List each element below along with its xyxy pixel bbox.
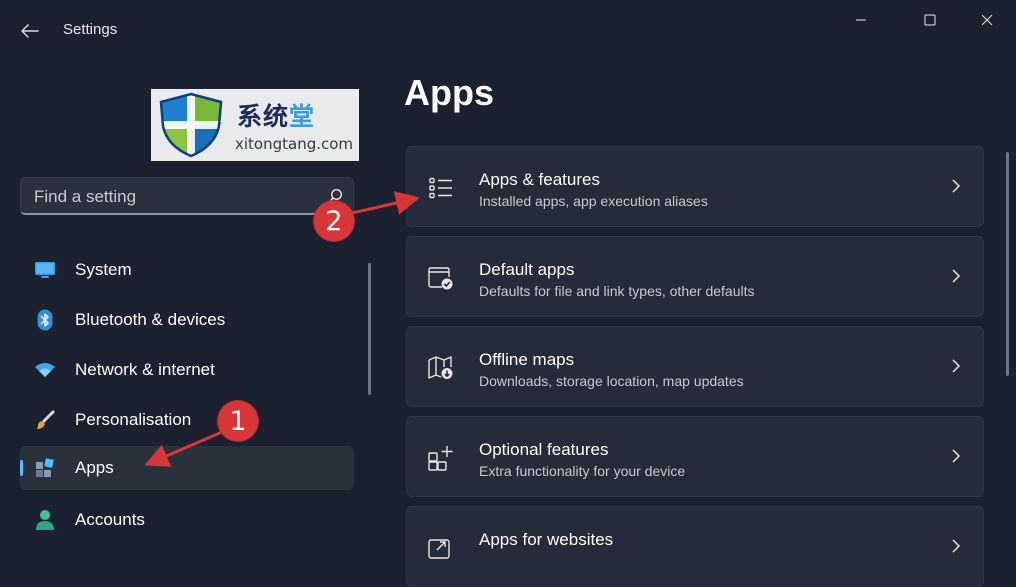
card-title: Default apps (479, 260, 575, 279)
search-placeholder: Find a setting (34, 187, 137, 206)
wifi-icon (34, 359, 56, 381)
add-feature-icon (427, 444, 455, 472)
card-offline-maps[interactable]: Offline maps Downloads, storage location… (406, 326, 984, 407)
card-title: Apps & features (479, 170, 600, 189)
content-scrollbar[interactable] (1006, 152, 1009, 376)
annotation-badge-2: 2 (314, 201, 354, 241)
chevron-right-icon (952, 359, 961, 373)
maximize-button[interactable] (907, 6, 953, 34)
monitor-icon (34, 259, 56, 281)
default-apps-icon (427, 264, 455, 292)
sidebar-item-label: Bluetooth & devices (75, 310, 226, 329)
card-apps-features[interactable]: Apps & features Installed apps, app exec… (406, 146, 984, 227)
sidebar-item-label: Apps (75, 458, 114, 477)
card-subtitle: Extra functionality for your device (479, 463, 686, 479)
close-icon (981, 14, 993, 26)
chevron-right-icon (952, 449, 961, 463)
apps-icon (34, 457, 56, 479)
sidebar-item-personalisation[interactable]: Personalisation (20, 398, 354, 442)
card-title: Optional features (479, 440, 609, 459)
sidebar-item-bluetooth[interactable]: Bluetooth & devices (20, 298, 354, 342)
annotation-badge-1: 1 (218, 401, 258, 441)
card-title: Offline maps (479, 350, 575, 369)
page-title: Apps (404, 72, 494, 113)
chevron-right-icon (952, 269, 961, 283)
sidebar-item-network[interactable]: Network & internet (20, 348, 354, 392)
sidebar-item-label: Network & internet (75, 360, 215, 379)
card-subtitle: Defaults for file and link types, other … (479, 283, 755, 299)
card-subtitle: Downloads, storage location, map updates (479, 373, 744, 389)
card-default-apps[interactable]: Default apps Defaults for file and link … (406, 236, 984, 317)
selection-indicator (20, 460, 23, 476)
search-input[interactable]: Find a setting (20, 177, 354, 215)
map-icon (427, 354, 455, 382)
annotation-arrow-2 (351, 191, 420, 215)
link-app-icon (427, 534, 455, 562)
person-icon (34, 509, 56, 531)
close-button[interactable] (964, 6, 1010, 34)
card-subtitle: Installed apps, app execution aliases (479, 193, 708, 209)
chevron-right-icon (952, 179, 961, 193)
minimize-button[interactable] (838, 6, 884, 34)
list-icon (427, 174, 455, 202)
back-button[interactable] (14, 16, 46, 46)
watermark-url: xitongtang.com (235, 135, 354, 153)
sidebar-item-apps[interactable]: Apps (20, 446, 354, 490)
window-title: Settings (63, 21, 118, 38)
maximize-icon (924, 14, 936, 26)
paintbrush-icon (34, 409, 56, 431)
watermark-logo: 系统堂 xitongtang.com (151, 89, 359, 161)
card-optional-features[interactable]: Optional features Extra functionality fo… (406, 416, 984, 497)
sidebar-item-label: Personalisation (75, 410, 192, 429)
card-title: Apps for websites (479, 530, 614, 549)
sidebar-item-system[interactable]: System (20, 248, 354, 292)
watermark-title: 系统堂 (237, 102, 316, 131)
sidebar-item-accounts[interactable]: Accounts (20, 498, 354, 542)
title-bar: Settings (0, 0, 1016, 62)
shield-logo-icon (159, 92, 223, 158)
arrow-left-icon (21, 24, 39, 38)
minimize-icon (856, 19, 866, 21)
sidebar-item-label: System (75, 260, 132, 279)
bluetooth-icon (34, 309, 56, 331)
sidebar-scrollbar[interactable] (368, 263, 371, 395)
chevron-right-icon (952, 539, 961, 553)
sidebar-item-label: Accounts (75, 510, 145, 529)
